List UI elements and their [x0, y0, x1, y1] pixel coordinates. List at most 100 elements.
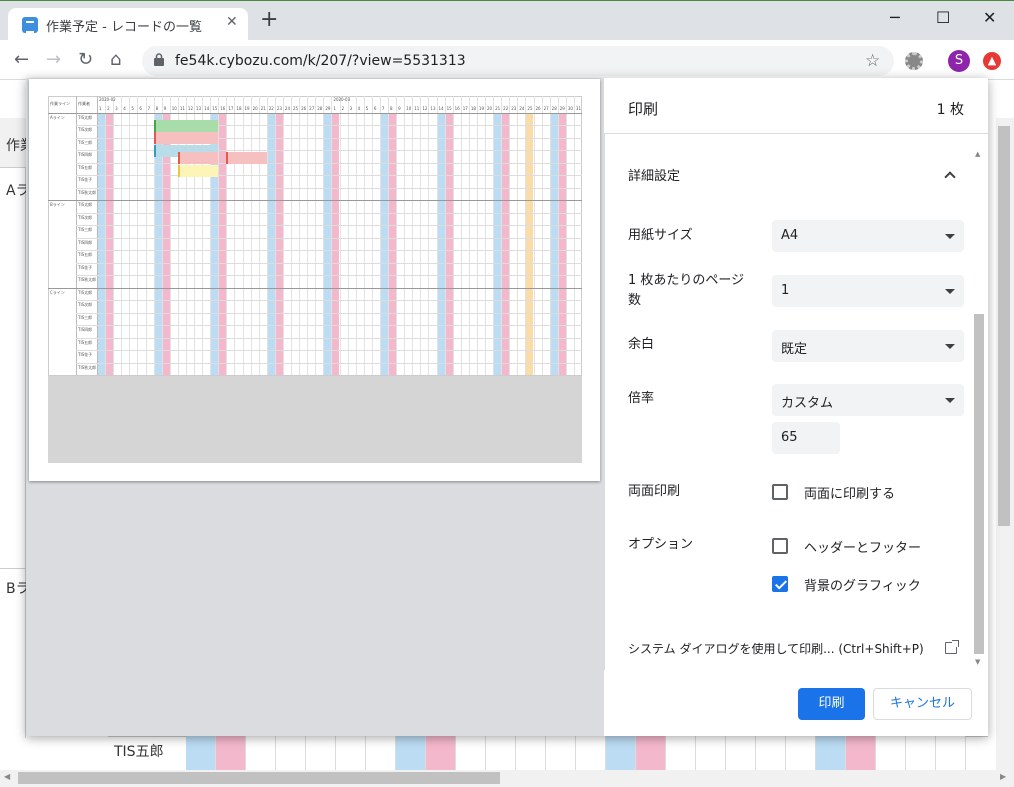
- scale-label: 倍率: [628, 391, 655, 406]
- cancel-button[interactable]: キャンセル: [873, 688, 972, 720]
- bg-day-cell: [456, 736, 486, 770]
- preview-day-label: 9: [163, 106, 167, 111]
- tab-close-icon[interactable]: ✕: [226, 14, 238, 30]
- reload-icon[interactable]: ↻: [78, 51, 93, 69]
- scroll-left-icon[interactable]: ◀: [4, 772, 10, 781]
- preview-day-label: 11: [179, 106, 185, 111]
- bg-day-cell: [666, 736, 696, 770]
- preview-day-label: 14: [204, 106, 210, 111]
- minimize-button[interactable]: ─: [890, 8, 900, 27]
- chevron-down-icon: [945, 234, 955, 239]
- preview-row-line: [76, 300, 582, 302]
- background-graphics-checkbox[interactable]: [772, 576, 788, 592]
- paper-size-select[interactable]: [772, 220, 964, 252]
- preview-row-line: [76, 225, 582, 227]
- preview-row-line: [76, 250, 582, 252]
- preview-day-label: 17: [228, 106, 234, 111]
- preview-event-bar: [226, 152, 267, 165]
- preview-day-column: [444, 113, 453, 375]
- margins-label: 余白: [628, 337, 655, 352]
- preview-row-line: [76, 187, 582, 189]
- preview-worker-name: TIS太郎: [78, 202, 93, 208]
- preview-row-line: [76, 312, 582, 314]
- preview-day-label: 24: [519, 106, 525, 111]
- preview-day-label: 18: [470, 106, 476, 111]
- duplex-checkbox[interactable]: [772, 484, 788, 500]
- preview-day-column: [493, 113, 502, 375]
- preview-month-feb: 2020-02: [99, 97, 116, 102]
- preview-day-column: [97, 113, 106, 375]
- extension-gear-icon[interactable]: [905, 52, 923, 70]
- preview-col-worker-header: 作業者: [78, 101, 90, 106]
- bg-day-cell: [216, 736, 246, 770]
- preview-day-label: 20: [487, 106, 493, 111]
- pages-per-sheet-label: 1 枚あたりのページ数: [628, 273, 745, 308]
- scroll-right-icon[interactable]: ▶: [1000, 772, 1006, 781]
- preview-day-label: 30: [567, 106, 573, 111]
- preview-worker-name: TIS五郎: [78, 164, 93, 170]
- preview-day-column: [274, 113, 283, 375]
- new-tab-button[interactable]: +: [260, 9, 278, 31]
- preview-worker-name: TIS太郎: [78, 115, 93, 120]
- preview-row-line: [76, 137, 582, 139]
- browser-tab[interactable]: 作業予定 - レコードの一覧 ✕: [8, 8, 248, 40]
- more-settings-toggle[interactable]: 詳細設定: [628, 167, 680, 187]
- system-dialog-link[interactable]: システム ダイアログを使用して印刷... (Ctrl+Shift+P): [628, 640, 924, 657]
- preview-day-label: 3: [115, 106, 118, 111]
- preview-day-column: [557, 113, 566, 375]
- preview-worker-name: TIS五郎: [78, 252, 93, 258]
- preview-worker-name: TIS秋太郎: [78, 364, 97, 370]
- profile-avatar[interactable]: S: [948, 50, 970, 72]
- bg-day-cell: [876, 736, 906, 770]
- preview-day-label: 10: [406, 106, 412, 111]
- background-graphics-label[interactable]: 背景のグラフィック: [804, 575, 921, 594]
- scroll-down-icon[interactable]: ▼: [975, 658, 980, 666]
- list-app-icon: [22, 17, 38, 33]
- preview-empty-area: [48, 376, 582, 463]
- bg-day-cell: [516, 736, 546, 770]
- forward-icon[interactable]: →: [46, 51, 61, 69]
- home-icon[interactable]: ⌂: [110, 51, 121, 69]
- preview-worker-name: TIS花子: [78, 352, 93, 358]
- duplex-checkbox-label[interactable]: 両面に印刷する: [804, 483, 895, 502]
- preview-row-line: [76, 325, 582, 327]
- preview-event-bar: [153, 132, 219, 145]
- bg-day-cell: [396, 736, 426, 770]
- preview-line-divider: [48, 287, 582, 289]
- preview-day-label: 1: [333, 106, 336, 111]
- preview-day-label: 2: [341, 106, 345, 111]
- preview-worker-name: TIS三郎: [78, 314, 93, 320]
- preview-line-name: Aライン: [50, 115, 65, 120]
- open-external-icon[interactable]: [945, 640, 959, 654]
- settings-scroll-thumb[interactable]: [974, 314, 984, 654]
- preview-row-line: [76, 175, 582, 177]
- preview-worker-name: TIS秋太郎: [78, 277, 97, 283]
- window-close-button[interactable]: ✕: [983, 8, 996, 27]
- print-button[interactable]: 印刷: [798, 688, 865, 720]
- headers-footers-label[interactable]: ヘッダーとフッター: [804, 537, 921, 556]
- preview-line-name: Bライン: [50, 202, 65, 208]
- preview-day-label: 7: [381, 106, 385, 111]
- maximize-button[interactable]: ☐: [936, 8, 950, 27]
- update-icon[interactable]: ▲: [983, 52, 1001, 70]
- back-icon[interactable]: ←: [14, 51, 29, 69]
- url-text[interactable]: fe54k.cybozu.com/k/207/?view=5531313: [175, 53, 466, 69]
- preview-day-label: 24: [284, 106, 290, 111]
- preview-worker-name: TIS四郎: [78, 327, 93, 333]
- chevron-down-icon: [945, 344, 955, 349]
- page-vertical-scroll-thumb[interactable]: [998, 126, 1010, 526]
- page-horizontal-scroll-thumb[interactable]: [18, 772, 500, 784]
- pages-per-sheet-select[interactable]: [772, 275, 964, 307]
- bookmark-star-icon[interactable]: ☆: [865, 51, 880, 71]
- scale-value: カスタム: [781, 396, 834, 411]
- bg-divider: [0, 568, 26, 569]
- scroll-up-icon[interactable]: ▲: [975, 150, 980, 158]
- bg-day-cell: [636, 736, 666, 770]
- lock-icon[interactable]: [154, 53, 164, 66]
- preview-row-line: [76, 262, 582, 264]
- preview-day-label: 7: [147, 106, 151, 111]
- headers-footers-checkbox[interactable]: [772, 538, 788, 554]
- chevron-down-icon: [945, 289, 955, 294]
- preview-worker-name: TIS次郎: [78, 214, 93, 220]
- preview-row-line: [76, 337, 582, 339]
